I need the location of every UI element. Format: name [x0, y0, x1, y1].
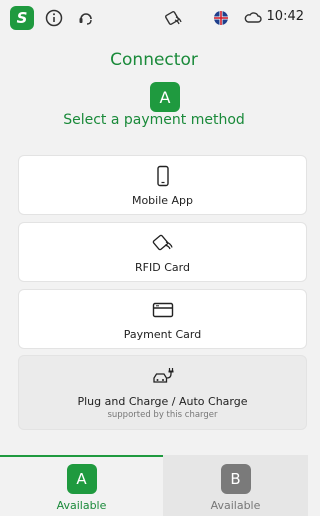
rfid-tap-icon [165, 11, 182, 25]
credit-card-icon [152, 302, 173, 317]
page-title: Connector [110, 50, 198, 70]
payment-option-sublabel: supported by this charger [107, 410, 218, 420]
clock: 10:42 [266, 9, 304, 24]
cloud-icon [244, 12, 262, 23]
payment-option-payment-card[interactable]: Payment Card [18, 289, 307, 349]
ev-plug-car-icon [152, 368, 173, 383]
brand-logo-icon: S [10, 6, 34, 30]
payment-option-label: Plug and Charge / Auto Charge [77, 395, 248, 408]
tab-connector-b[interactable]: B Available [163, 455, 308, 516]
connector-badge: A [150, 82, 180, 112]
payment-option-label: Payment Card [123, 327, 202, 341]
status-bar: S 10:42 [0, 0, 308, 36]
connector-a-badge: A [66, 464, 97, 494]
uk-flag-icon[interactable] [211, 8, 231, 28]
connector-b-status: Available [210, 499, 261, 512]
support-headset-icon[interactable] [76, 8, 96, 28]
rfid-card-icon [152, 234, 173, 250]
connector-a-status: Available [56, 499, 107, 512]
page-subtitle: Select a payment method [63, 112, 245, 128]
smartphone-icon [156, 165, 169, 186]
payment-option-plug-and-charge: Plug and Charge / Auto Charge supported … [18, 355, 307, 430]
tab-connector-a[interactable]: A Available [0, 455, 163, 516]
payment-option-label: RFID Card [135, 260, 190, 274]
connector-b-badge: B [220, 464, 251, 494]
connector-tabs: A Available B Available [0, 455, 308, 516]
payment-option-mobile-app[interactable]: Mobile App [18, 155, 307, 215]
payment-option-rfid-card[interactable]: RFID Card [18, 222, 307, 282]
info-icon[interactable] [44, 8, 64, 28]
payment-option-label: Mobile App [131, 193, 194, 207]
